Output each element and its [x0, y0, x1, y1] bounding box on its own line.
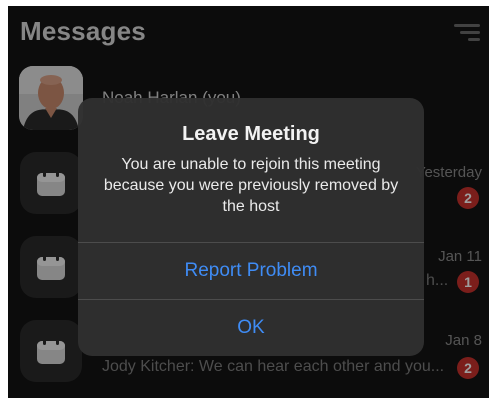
messages-screen: Messages Noah Harlan (you): [8, 6, 489, 398]
ok-button[interactable]: OK: [78, 300, 424, 356]
alert-message: You are unable to rejoin this meeting be…: [103, 156, 399, 215]
alert-title: Leave Meeting: [182, 123, 320, 145]
leave-meeting-alert: Leave Meeting You are unable to rejoin t…: [78, 98, 424, 356]
report-problem-button[interactable]: Report Problem: [78, 243, 424, 299]
